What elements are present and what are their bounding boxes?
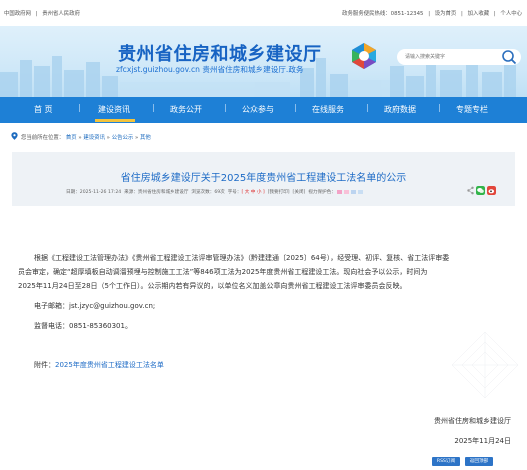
attachment-label: 附件： xyxy=(34,361,55,369)
font-size-switcher[interactable]: [ 大 中 小 ] xyxy=(242,190,265,195)
close-link[interactable]: [关闭] xyxy=(293,190,306,195)
top-left-links: 中国政府网 | 贵州省人民政府 xyxy=(4,9,83,17)
top-separator: | xyxy=(493,11,496,17)
background-pattern xyxy=(451,331,519,399)
site-logo-icon xyxy=(352,43,376,69)
nav-item-online-service[interactable]: 在线服务 xyxy=(312,104,344,115)
weibo-share-icon[interactable] xyxy=(487,186,496,195)
top-separator: | xyxy=(35,11,38,17)
breadcrumb-home[interactable]: 首页 xyxy=(66,135,77,141)
paragraph-line-1: 根据《工程建设工法管理办法》《贵州省工程建设工法评审管理办法》（黔建建通〔202… xyxy=(34,254,450,262)
back-to-top-button[interactable]: 返回顶部 xyxy=(465,457,493,466)
top-separator: | xyxy=(428,11,431,17)
breadcrumb-other[interactable]: 其他 xyxy=(140,135,151,141)
eye-protect-label: 视力保护色： xyxy=(308,190,336,195)
nav-item-special-topics[interactable]: 专题专栏 xyxy=(456,104,488,115)
article-meta: 日期：2025-11-26 17:24 来源：贵州省住房和城乡建设厅 浏览次数：… xyxy=(66,189,364,195)
nav-item-gov-data[interactable]: 政府数据 xyxy=(384,104,416,115)
supervision-phone: 监督电话：0851-85360301。 xyxy=(34,322,132,330)
attachment-link[interactable]: 2025年度贵州省工程建设工法名单 xyxy=(55,361,164,369)
rss-subscribe-button[interactable]: RSS订阅 xyxy=(432,457,460,466)
nav-separator: | xyxy=(224,103,227,112)
meta-date: 日期：2025-11-26 17:24 xyxy=(66,190,122,195)
nav-item-participation[interactable]: 公众参与 xyxy=(242,104,274,115)
nav-item-home[interactable]: 首 页 xyxy=(34,104,53,115)
search-icon[interactable] xyxy=(500,48,518,66)
main-nav: 首 页 | 建设资讯 | 政务公开 | 公众参与 | 在线服务 | 政府数据 |… xyxy=(0,97,527,123)
attachment-line: 附件：2025年度贵州省工程建设工法名单 xyxy=(34,360,164,370)
search-box xyxy=(397,49,521,65)
site-name[interactable]: 贵州省住房和城乡建设厅 xyxy=(118,40,322,66)
nav-separator: | xyxy=(438,103,441,112)
site-subtitle: zfcxjst.guizhou.gov.cn 贵州省住房和城乡建设厅.政务 xyxy=(116,65,304,74)
breadcrumb-separator: » xyxy=(133,135,141,141)
breadcrumb-prefix: 您当前所在位置： xyxy=(21,135,65,141)
top-right-links: 政务服务便民热线：0851-12345 | 设为首页 | 加入收藏 | 个人中心 xyxy=(339,9,522,17)
share-icon[interactable] xyxy=(467,186,474,195)
nav-item-gov-affairs[interactable]: 政务公开 xyxy=(170,104,202,115)
nav-item-news[interactable]: 建设资讯 xyxy=(98,104,130,115)
nav-separator: | xyxy=(78,103,81,112)
meta-views: 浏览次数：69次 xyxy=(191,190,225,195)
meta-font-label: 字号： xyxy=(227,190,242,195)
signature-org: 贵州省住房和城乡建设厅 xyxy=(434,417,511,425)
print-link[interactable]: [我要打印] xyxy=(268,190,290,195)
link-guizhou-gov[interactable]: 贵州省人民政府 xyxy=(42,11,80,17)
link-china-gov[interactable]: 中国政府网 xyxy=(4,11,31,17)
article-header: 省住房城乡建设厅关于2025年度贵州省工程建设工法名单的公示 日期：2025-1… xyxy=(12,152,515,206)
eye-protect-color-options[interactable] xyxy=(337,189,364,194)
personal-center-link[interactable]: 个人中心 xyxy=(500,11,522,17)
meta-source: 来源：贵州省住房和城乡建设厅 xyxy=(124,190,189,195)
wechat-share-icon[interactable] xyxy=(476,186,485,195)
breadcrumb-news[interactable]: 建设资讯 xyxy=(83,135,105,141)
nav-separator: | xyxy=(152,103,155,112)
signature-date: 2025年11月24日 xyxy=(454,437,511,445)
breadcrumb-separator: » xyxy=(104,135,112,141)
add-favorite-link[interactable]: 加入收藏 xyxy=(468,11,490,17)
top-separator: | xyxy=(461,11,463,17)
top-utility-bar: 中国政府网 | 贵州省人民政府 政务服务便民热线：0851-12345 | 设为… xyxy=(0,0,527,26)
location-pin-icon xyxy=(11,132,18,140)
breadcrumb: 您当前所在位置： 首页 » 建设资讯 » 公告公示 » 其他 xyxy=(0,128,527,144)
hotline-text: 政务服务便民热线：0851-12345 xyxy=(342,11,424,17)
nav-separator: | xyxy=(366,103,369,112)
paragraph-line-2: 员会审定，确定“超厚填板自动调溜预埋与控制施工工法”等846项工法为2025年度… xyxy=(18,268,428,276)
nav-separator: | xyxy=(294,103,297,112)
search-input[interactable] xyxy=(405,52,497,62)
paragraph-line-3: 2025年11月24日至28日（5个工作日）。公示期内若有异议的，以单位名义加盖… xyxy=(18,282,407,290)
set-homepage-link[interactable]: 设为首页 xyxy=(435,11,457,17)
article-title: 省住房城乡建设厅关于2025年度贵州省工程建设工法名单的公示 xyxy=(120,173,407,184)
breadcrumb-notices[interactable]: 公告公示 xyxy=(112,135,134,141)
contact-email: 电子邮箱：jst.jzyc@guizhou.gov.cn; xyxy=(34,302,156,310)
nav-active-indicator xyxy=(95,119,135,122)
header-banner: 贵州省住房和城乡建设厅 zfcxjst.guizhou.gov.cn 贵州省住房… xyxy=(0,26,527,97)
